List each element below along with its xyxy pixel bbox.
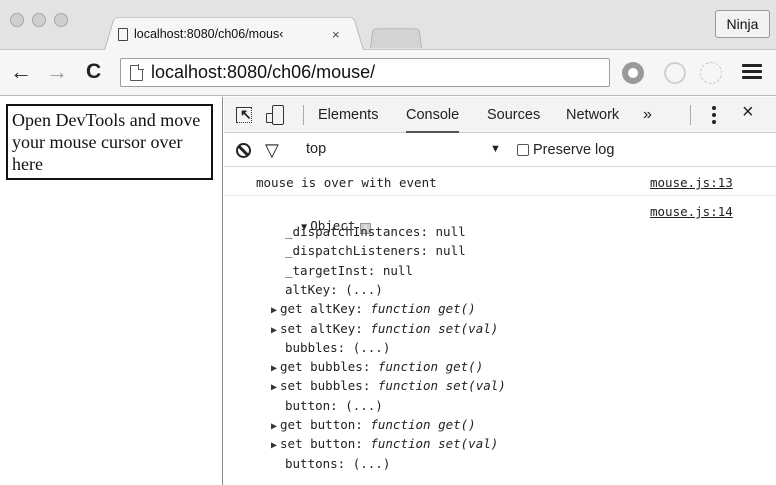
object-property: bubbles: (...): [285, 339, 390, 357]
tab-elements[interactable]: Elements: [318, 97, 378, 133]
source-link[interactable]: mouse.js:13: [650, 175, 733, 190]
property-key: set bubbles:: [280, 378, 378, 394]
expand-arrow-icon[interactable]: ▶: [271, 305, 277, 316]
property-text: buttons: (...): [285, 455, 391, 471]
address-bar[interactable]: localhost:8080/ch06/mouse/ ☆: [120, 58, 719, 87]
object-property: button: (...): [285, 397, 383, 415]
console-output: mouse is over with event mouse.js:13 ▼ Ob…: [224, 168, 776, 485]
page-icon: [118, 27, 128, 41]
forward-arrow-icon[interactable]: →: [46, 58, 68, 86]
property-value: function set(val): [370, 436, 499, 452]
extension-icon-1[interactable]: [622, 62, 644, 84]
preserve-log-option[interactable]: Preserve log: [517, 142, 614, 158]
browser-menu-icon[interactable]: [742, 61, 762, 83]
expand-arrow-icon[interactable]: ▶: [271, 325, 277, 336]
console-filter-bar: ▽ top ▼ Preserve log: [224, 134, 776, 167]
profile-button[interactable]: Ninja: [715, 10, 770, 38]
inspect-element-icon[interactable]: [236, 106, 252, 123]
more-tabs-chevron-icon[interactable]: »: [643, 97, 652, 133]
react-devtools-icon[interactable]: [700, 62, 722, 84]
page-info-icon[interactable]: [130, 64, 144, 81]
object-property[interactable]: ▶ set altKey: function set(val): [271, 320, 498, 338]
object-property: altKey: (...): [285, 281, 383, 299]
expand-arrow-icon[interactable]: ▶: [271, 421, 277, 432]
property-value: function set(val): [370, 320, 499, 336]
object-property: _dispatchInstances: null: [285, 223, 466, 241]
window-titlebar: localhost:8080/ch06/mous‹ × Ninja: [0, 0, 776, 50]
property-key: set button:: [280, 436, 371, 452]
new-tab-button[interactable]: [370, 28, 422, 48]
source-link[interactable]: mouse.js:14: [650, 204, 733, 219]
context-select[interactable]: top: [306, 141, 326, 157]
back-arrow-icon[interactable]: ←: [10, 58, 32, 86]
devtools-close-icon[interactable]: ×: [742, 101, 754, 124]
property-text: button: (...): [285, 397, 383, 413]
divider: [303, 105, 304, 125]
object-property: buttons: (...): [285, 455, 390, 473]
context-dropdown-icon[interactable]: ▼: [490, 143, 501, 155]
tab-sources[interactable]: Sources: [487, 97, 540, 133]
object-property[interactable]: ▶ set button: function set(val): [271, 435, 498, 453]
url-text[interactable]: localhost:8080/ch06/mouse/: [151, 62, 375, 83]
extension-icon-2[interactable]: [664, 62, 686, 84]
minimize-window-button[interactable]: [32, 13, 46, 27]
browser-tab-content[interactable]: localhost:8080/ch06/mous‹ ×: [118, 24, 358, 44]
preserve-log-checkbox[interactable]: [517, 144, 529, 156]
property-value: function get(): [370, 417, 476, 432]
page-viewport: Open DevTools and move your mouse cursor…: [0, 97, 223, 485]
tab-title: localhost:8080/ch06/mous‹: [134, 27, 284, 41]
expand-arrow-icon[interactable]: ▶: [271, 363, 277, 374]
property-key: get bubbles:: [280, 359, 378, 375]
property-value: function get(): [370, 301, 476, 317]
object-property: _dispatchListeners: null: [285, 242, 466, 260]
expand-arrow-icon[interactable]: ▶: [271, 382, 277, 393]
property-key: get button:: [280, 417, 371, 432]
property-text: altKey: (...): [285, 281, 383, 297]
property-text: _dispatchInstances: null: [285, 224, 466, 239]
devtools-panel: Elements Console Sources Network » × ▽ t…: [224, 97, 776, 485]
filter-icon[interactable]: ▽: [265, 140, 279, 161]
property-text: _targetInst: null: [285, 262, 413, 278]
zoom-window-button[interactable]: [54, 13, 68, 27]
object-property: _targetInst: null: [285, 262, 413, 280]
console-message: mouse is over with event: [256, 175, 437, 190]
property-value: function set(val): [377, 378, 506, 394]
property-key: set altKey:: [280, 320, 371, 336]
devtools-menu-icon[interactable]: [712, 106, 718, 126]
object-property[interactable]: ▶ set bubbles: function set(val): [271, 377, 506, 395]
preserve-log-label: Preserve log: [533, 142, 615, 158]
expand-arrow-icon[interactable]: ▶: [271, 440, 277, 451]
property-key: get altKey:: [280, 301, 371, 317]
device-toolbar-icon[interactable]: [266, 105, 286, 125]
divider: [690, 105, 691, 125]
clear-console-icon[interactable]: [236, 143, 251, 158]
object-property[interactable]: ▶ get altKey: function get(): [271, 300, 476, 318]
reload-icon[interactable]: C: [86, 58, 101, 86]
close-window-button[interactable]: [10, 13, 24, 27]
object-property[interactable]: ▶ get bubbles: function get(): [271, 358, 483, 376]
property-value: function get(): [377, 359, 484, 375]
browser-toolbar: ← → C localhost:8080/ch06/mouse/ ☆: [0, 50, 776, 96]
tab-console[interactable]: Console: [406, 97, 460, 133]
property-text: bubbles: (...): [285, 339, 391, 355]
devtools-tab-bar: Elements Console Sources Network » ×: [224, 97, 776, 133]
console-message-row: mouse is over with event mouse.js:13: [224, 168, 776, 196]
object-property[interactable]: ▶ get button: function get(): [271, 416, 476, 434]
tab-close-icon[interactable]: ×: [332, 27, 340, 42]
property-text: _dispatchListeners: null: [285, 243, 466, 259]
mouse-target-box[interactable]: Open DevTools and move your mouse cursor…: [6, 104, 213, 180]
tab-network[interactable]: Network: [566, 97, 619, 133]
